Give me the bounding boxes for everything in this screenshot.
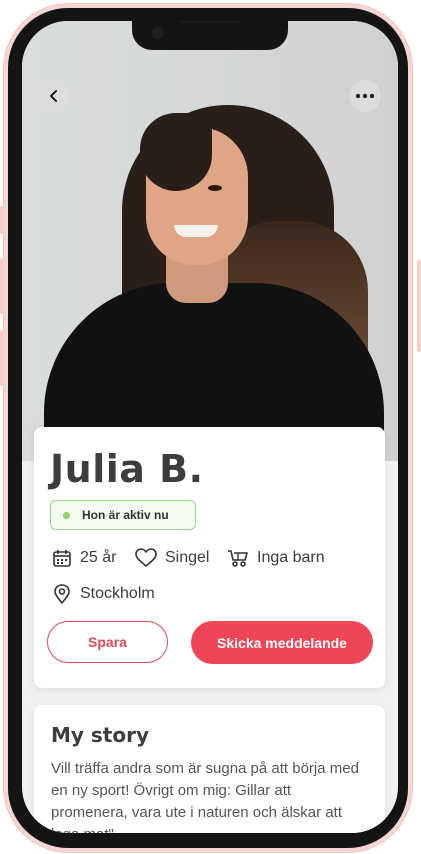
profile-photo (22, 21, 398, 461)
notch (132, 21, 288, 50)
chevron-left-icon (50, 90, 57, 102)
story-title: My story (51, 723, 150, 747)
status-text: Hon är aktiv nu (82, 508, 169, 522)
side-button (0, 330, 4, 386)
fact-age-label: 25 år (80, 549, 117, 566)
active-dot (63, 512, 70, 519)
story-card: My story Vill träffa andra som är sugna … (34, 705, 385, 833)
fact-relationship: Singel (135, 548, 209, 568)
more-dots-icon (355, 93, 375, 99)
story-text: Vill träffa andra som är sugna på att bö… (51, 760, 359, 833)
stroller-icon (228, 550, 248, 567)
camera (152, 27, 164, 39)
fact-relationship-label: Singel (165, 549, 210, 566)
profile-card: Julia B. Hon är aktiv nu 25 år Singel In… (34, 427, 385, 688)
screen: Julia B. Hon är aktiv nu 25 år Singel In… (22, 21, 398, 833)
fact-children-label: Inga barn (257, 549, 325, 566)
profile-name: Julia B. (50, 447, 204, 491)
fact-location-label: Stockholm (80, 585, 155, 602)
send-message-button[interactable]: Skicka meddelande (191, 621, 373, 664)
speaker (180, 21, 242, 23)
more-options-button[interactable] (349, 80, 381, 112)
heart-icon (135, 548, 157, 567)
save-button[interactable]: Spara (47, 621, 168, 663)
fact-children: Inga barn (227, 548, 325, 568)
side-button (0, 206, 4, 234)
fact-age: 25 år (52, 548, 116, 568)
status-badge: Hon är aktiv nu (50, 500, 196, 530)
location-pin-icon (54, 584, 70, 604)
fact-location: Stockholm (52, 584, 155, 604)
side-button (0, 258, 4, 314)
side-button (417, 260, 421, 352)
calendar-icon (53, 550, 71, 567)
back-button[interactable] (38, 80, 70, 112)
